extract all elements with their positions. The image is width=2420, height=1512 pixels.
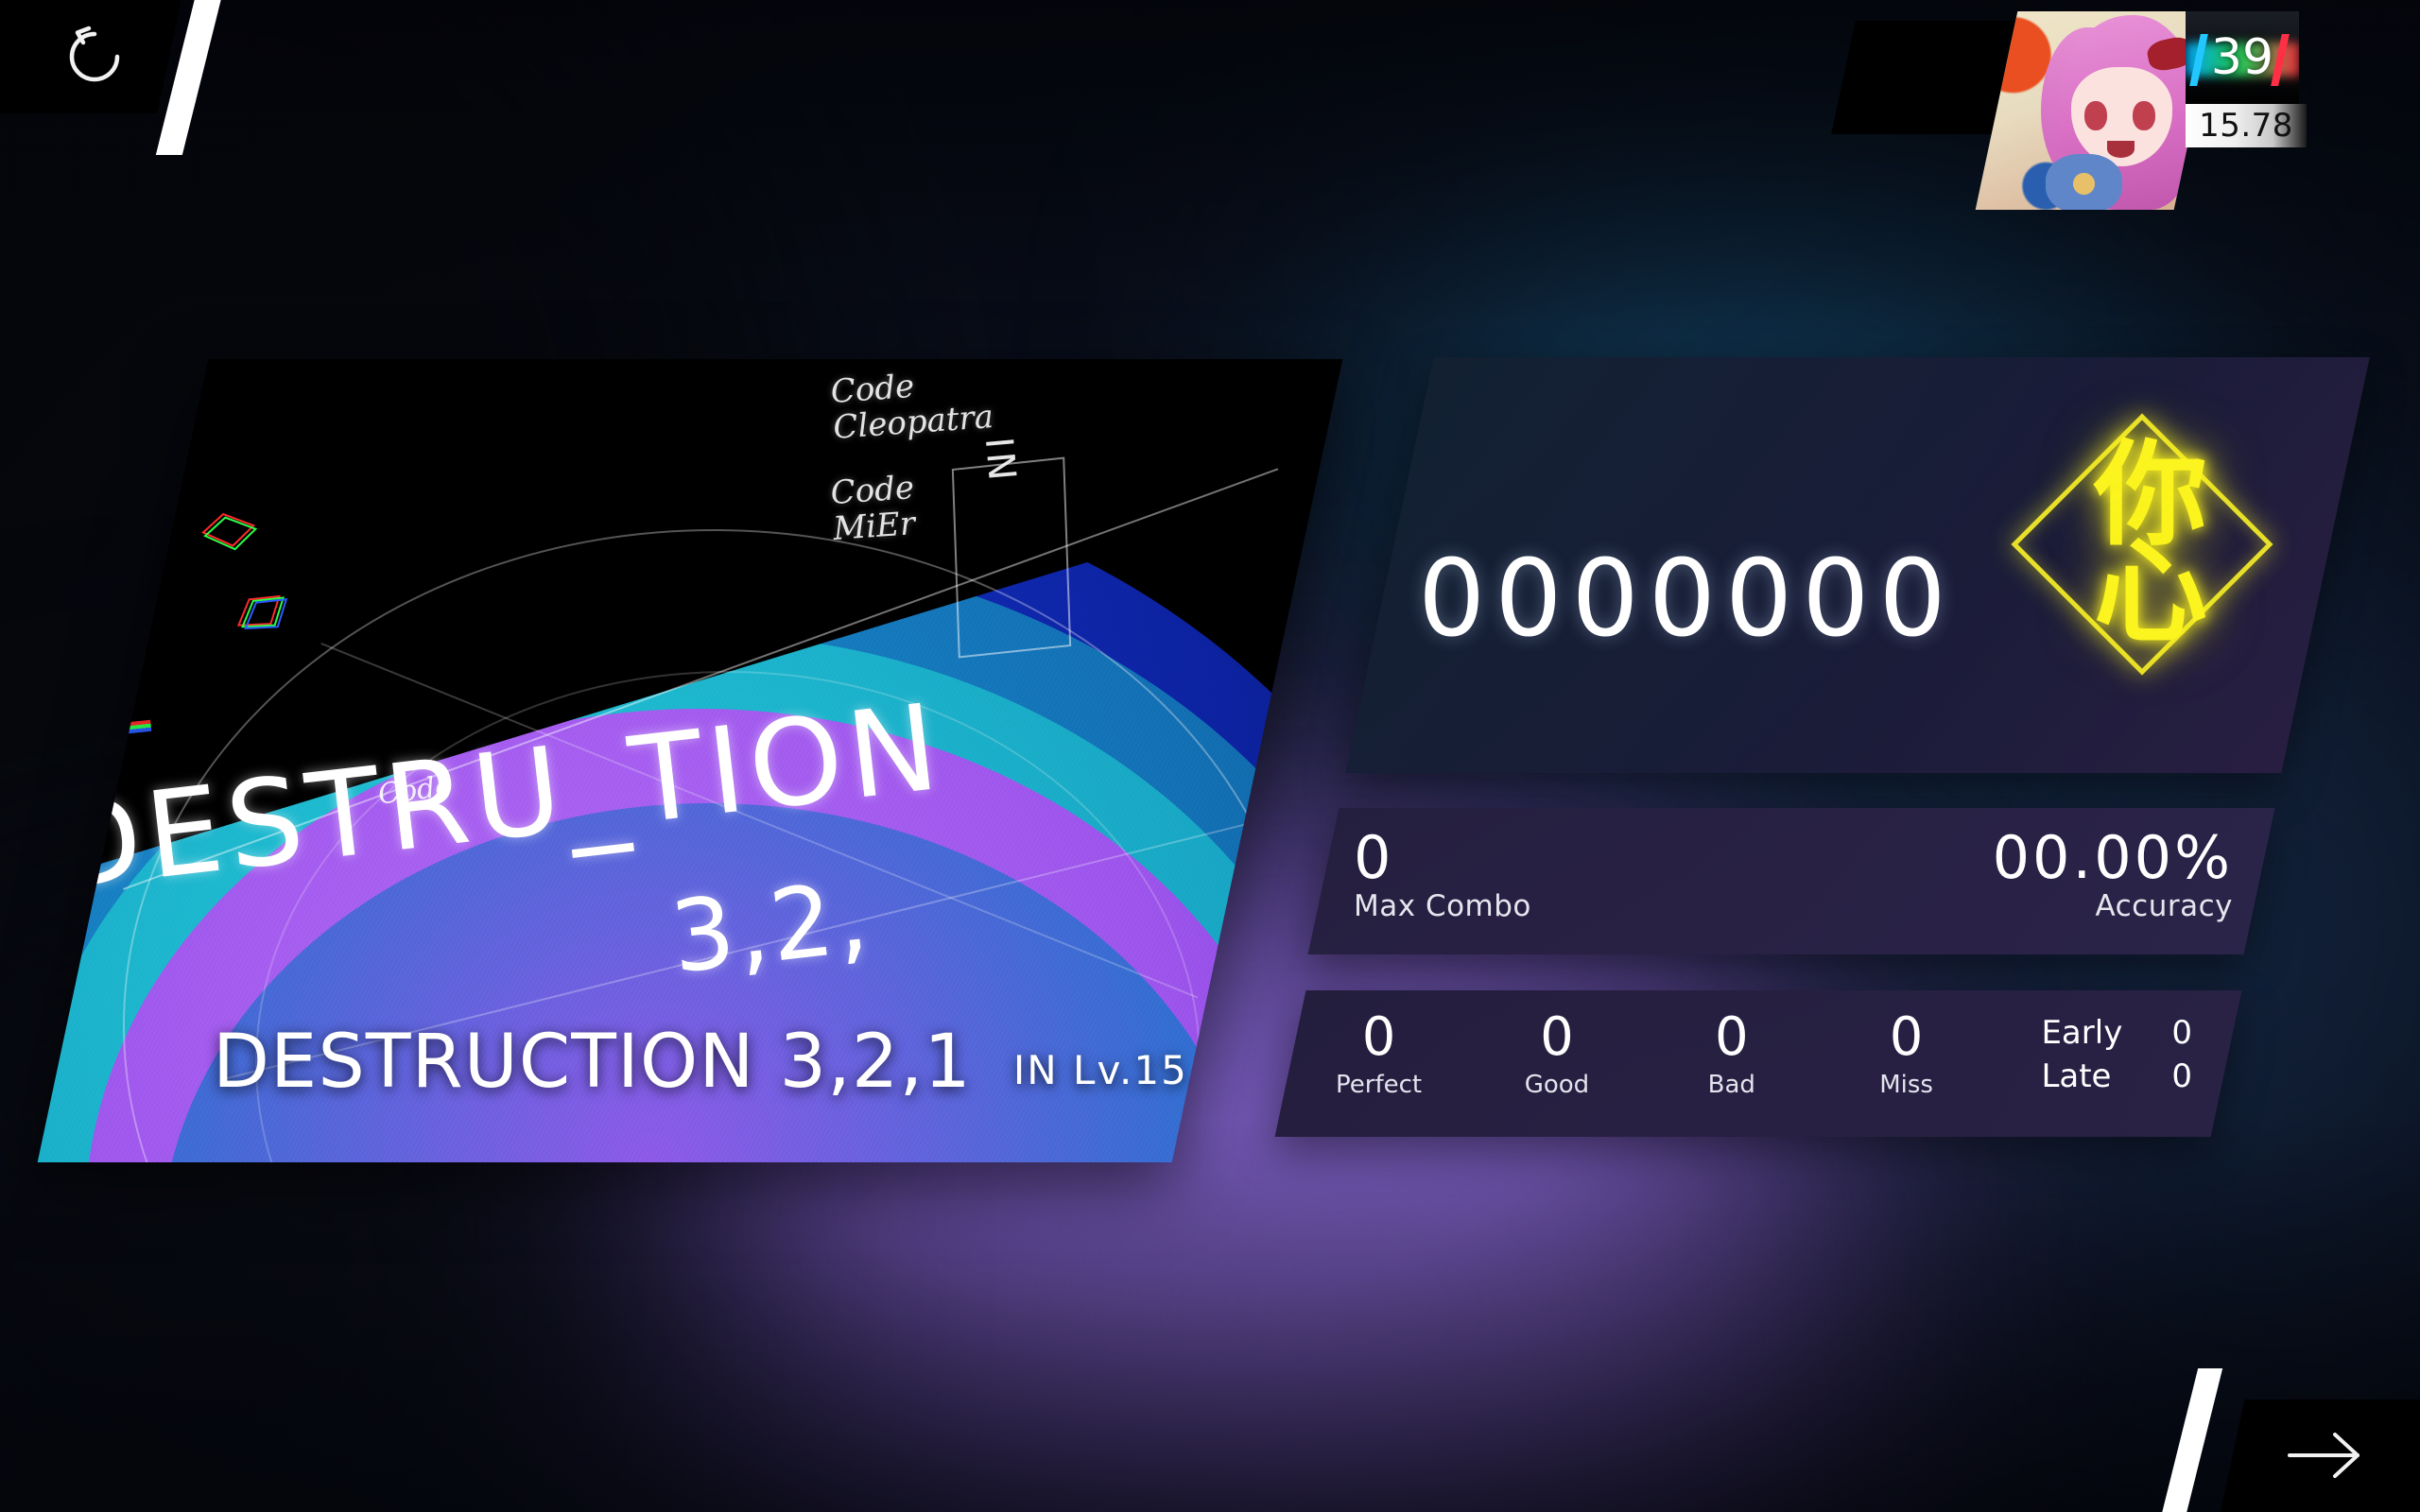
score-value: 0000000 <box>1418 538 1956 661</box>
judgement-bad: 0 Bad <box>1692 1006 1772 1102</box>
accuracy-label: Accuracy <box>2095 889 2233 923</box>
player-rks-value: 15.78 <box>2199 107 2293 145</box>
player-level-badge: 39 <box>2186 11 2299 104</box>
timing-values: 0 0 <box>2171 1011 2192 1098</box>
max-combo-label: Max Combo <box>1354 889 1531 923</box>
accuracy-value: 00.00% <box>1992 823 2233 892</box>
combo-accuracy-panel: 0 Max Combo 00.00% Accuracy <box>1307 808 2275 954</box>
player-level-value: 39 <box>2210 29 2274 86</box>
avatar[interactable] <box>1975 11 2217 210</box>
song-meta: DESTRUCTION 3,2,1 IN Lv.15 <box>205 1020 1196 1105</box>
judgement-miss: 0 Miss <box>1867 1006 1946 1102</box>
judgement-miss-value: 0 <box>1889 1006 1924 1068</box>
arrow-right-icon <box>2288 1433 2360 1478</box>
art-sub-text: 3,2, <box>665 858 876 996</box>
art-hud-frame <box>951 456 1072 659</box>
late-label: Late <box>2041 1057 2112 1096</box>
retry-button[interactable] <box>0 0 189 113</box>
timing-labels: Early Late <box>2041 1011 2122 1098</box>
next-button[interactable] <box>2231 1399 2420 1512</box>
timing-stat: Early Late 0 0 <box>2041 1011 2192 1098</box>
art-note-mier: Code MiEr <box>829 469 917 549</box>
judgement-perfect-value: 0 <box>1361 1006 1396 1068</box>
player-rks-badge: 15.78 <box>2186 104 2307 147</box>
art-rgb-cube-2 <box>236 594 288 629</box>
judgement-good-value: 0 <box>1540 1006 1574 1068</box>
avatar-image <box>1975 11 2217 210</box>
rank-glyph: 你 心 <box>2094 429 2198 659</box>
art-note-cleopatra: Code Cleopatra <box>829 367 995 447</box>
judgement-bad-value: 0 <box>1714 1006 1749 1068</box>
judgement-good-label: Good <box>1524 1071 1590 1099</box>
song-difficulty: IN Lv.15 <box>1012 1046 1188 1093</box>
avatar-eye-right <box>2132 100 2155 130</box>
early-value: 0 <box>2171 1014 2192 1052</box>
judgement-panel: 0 Perfect 0 Good 0 Bad 0 Miss Early Late… <box>1274 990 2242 1137</box>
judgement-miss-label: Miss <box>1879 1071 1933 1099</box>
late-value: 0 <box>2171 1057 2192 1096</box>
judgement-perfect-label: Perfect <box>1336 1071 1423 1099</box>
max-combo-value: 0 <box>1354 823 1394 892</box>
player-card[interactable]: 柳 39 15.78 <box>1831 0 2420 210</box>
art-hud-text: NI <box>978 431 1027 482</box>
avatar-flower <box>2046 154 2122 210</box>
rank-badge: 你 心 <box>2011 412 2273 677</box>
judgement-perfect: 0 Perfect <box>1336 1006 1423 1102</box>
judgement-row: 0 Perfect 0 Good 0 Bad 0 Miss Early Late… <box>1336 1006 2192 1102</box>
score-panel: 0000000 你 心 <box>1345 357 2370 773</box>
avatar-eye-left <box>2083 100 2107 130</box>
judgement-good: 0 Good <box>1517 1006 1597 1102</box>
max-combo-stat: 0 Max Combo <box>1354 823 1531 927</box>
song-title: DESTRUCTION 3,2,1 <box>213 1020 972 1105</box>
early-label: Early <box>2041 1014 2123 1052</box>
accuracy-stat: 00.00% Accuracy <box>1992 823 2233 927</box>
judgement-bad-label: Bad <box>1707 1071 1755 1099</box>
restart-arrow-icon <box>69 26 120 82</box>
result-screen: 柳 39 15.78 <box>0 0 2420 1512</box>
